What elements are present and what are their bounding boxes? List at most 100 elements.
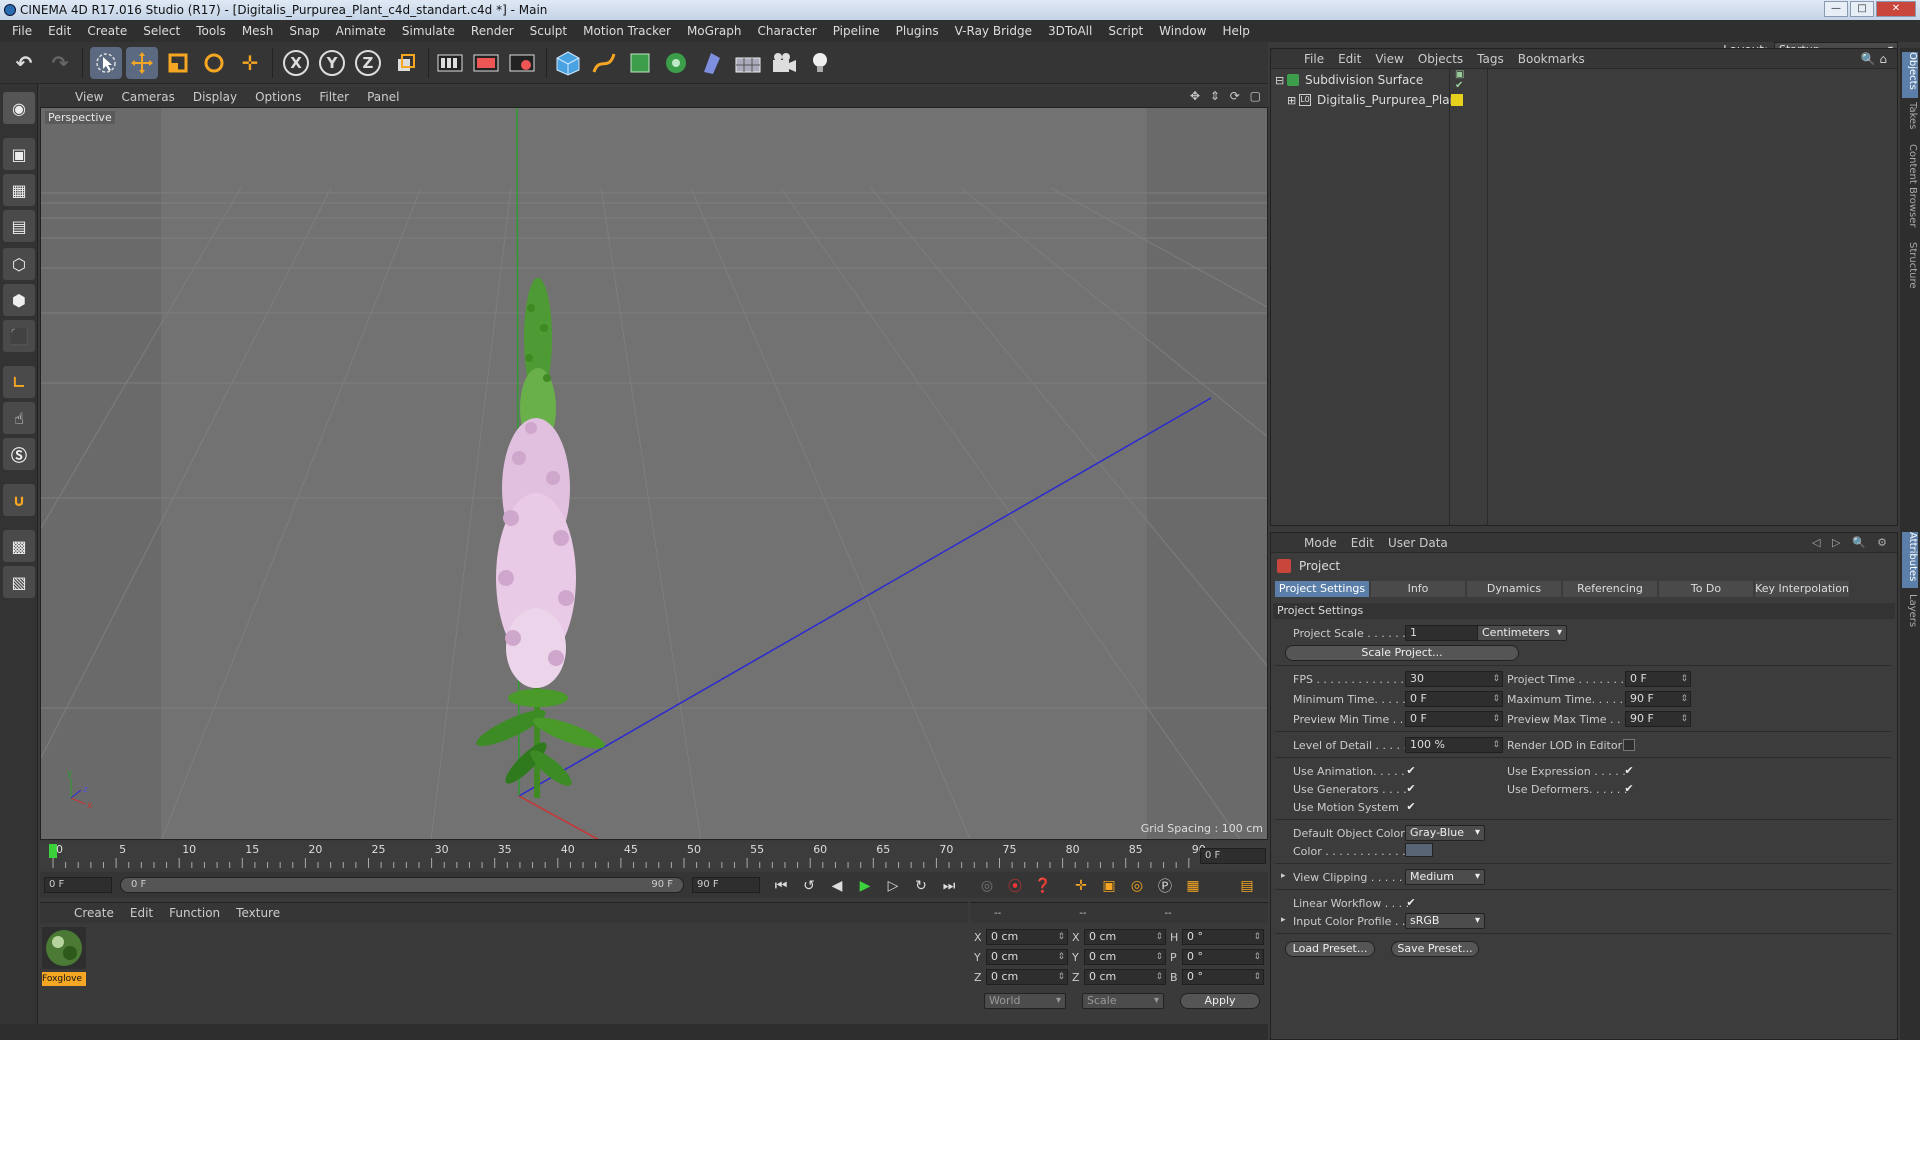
subdivision-generator-icon[interactable] — [624, 47, 656, 79]
lock-workplane-icon[interactable]: ▩ — [3, 530, 35, 562]
render-view-icon[interactable] — [434, 47, 466, 79]
material-menu-create[interactable]: Create — [66, 906, 122, 920]
attributes-nav-icons[interactable]: ◁ ▷ 🔍 ⚙ — [1812, 536, 1891, 549]
menu-character[interactable]: Character — [749, 20, 824, 42]
project-time-field[interactable]: 0 F — [1625, 671, 1691, 687]
input-color-profile-dropdown[interactable]: sRGB — [1405, 913, 1485, 929]
tab-dynamics[interactable]: Dynamics — [1467, 581, 1561, 597]
use-generators-checkbox[interactable]: ✔ — [1405, 783, 1417, 795]
attributes-menu-edit[interactable]: Edit — [1344, 536, 1381, 550]
menu-script[interactable]: Script — [1100, 20, 1151, 42]
tab-info[interactable]: Info — [1371, 581, 1465, 597]
object-row-digitalis-purpurea-plant[interactable]: ⊞ L0 Digitalis_Purpurea_Plant — [1287, 91, 1463, 109]
render-settings-icon[interactable] — [506, 47, 538, 79]
key-parameter-icon[interactable]: Ⓟ — [1154, 875, 1176, 897]
start-frame-field[interactable]: 0 F — [44, 877, 112, 893]
objects-menu-view[interactable]: View — [1368, 52, 1410, 66]
menu-simulate[interactable]: Simulate — [394, 20, 463, 42]
menu-select[interactable]: Select — [135, 20, 188, 42]
material-menu-edit[interactable]: Edit — [122, 906, 161, 920]
preview-max-time-field[interactable]: 90 F — [1625, 711, 1691, 727]
preview-range-slider[interactable]: 0 F 90 F — [120, 877, 684, 893]
menu-sculpt[interactable]: Sculpt — [522, 20, 575, 42]
apply-button[interactable]: Apply — [1180, 993, 1260, 1009]
menu-window[interactable]: Window — [1151, 20, 1214, 42]
key-position-icon[interactable]: ✛ — [1070, 875, 1092, 897]
viewport-navigation-icons[interactable]: ✥ ⇕ ⟳ ▢ — [1190, 89, 1264, 103]
viewport-menu-options[interactable]: Options — [246, 90, 310, 104]
level-of-detail-field[interactable]: 100 % — [1405, 737, 1503, 753]
side-tab-objects[interactable]: Objects — [1902, 52, 1918, 98]
maximum-time-field[interactable]: 90 F — [1625, 691, 1691, 707]
axis-mode-icon[interactable]: ∟ — [3, 366, 35, 398]
next-key-icon[interactable]: ↻ — [910, 875, 932, 897]
spline-pen-icon[interactable] — [588, 47, 620, 79]
magnet-icon[interactable]: ∪ — [3, 484, 35, 516]
coordinate-system-icon[interactable] — [390, 47, 422, 79]
object-manager-search-icon[interactable]: 🔍⌂ — [1860, 52, 1891, 66]
viewport-menu-panel[interactable]: Panel — [358, 90, 408, 104]
snap-icon[interactable]: Ⓢ — [3, 438, 35, 470]
objects-menu-file[interactable]: File — [1297, 52, 1331, 66]
scale-icon[interactable] — [162, 47, 194, 79]
project-units-dropdown[interactable]: Centimeters — [1477, 625, 1567, 641]
undo-icon[interactable]: ↶ — [8, 47, 40, 79]
size-z-field[interactable]: 0 cm — [1084, 969, 1166, 985]
rotation-h-field[interactable]: 0 ° — [1182, 929, 1264, 945]
side-tab-attributes[interactable]: Attributes — [1902, 532, 1918, 588]
menu-render[interactable]: Render — [463, 20, 522, 42]
transform-icon[interactable]: ✛ — [234, 47, 266, 79]
layer-color-swatch[interactable] — [1451, 94, 1463, 106]
texture-mode-icon[interactable]: ▦ — [3, 174, 35, 206]
material-menu-function[interactable]: Function — [161, 906, 228, 920]
record-keys-icon[interactable]: ◎ — [976, 875, 998, 897]
camera-icon[interactable] — [768, 47, 800, 79]
render-lod-checkbox[interactable] — [1623, 739, 1635, 751]
viewport-menu-display[interactable]: Display — [184, 90, 246, 104]
attributes-menu-mode[interactable]: Mode — [1297, 536, 1344, 550]
size-x-field[interactable]: 0 cm — [1084, 929, 1166, 945]
tab-project-settings[interactable]: Project Settings — [1275, 581, 1369, 597]
cube-primitive-icon[interactable] — [552, 47, 584, 79]
size-y-field[interactable]: 0 cm — [1084, 949, 1166, 965]
model-mode-icon[interactable]: ▣ — [3, 138, 35, 170]
objects-menu-objects[interactable]: Objects — [1411, 52, 1470, 66]
menu-mesh[interactable]: Mesh — [234, 20, 282, 42]
floor-environment-icon[interactable] — [732, 47, 764, 79]
x-axis-lock-icon[interactable]: X — [280, 47, 312, 79]
side-tab-layers[interactable]: Layers — [1902, 594, 1918, 634]
tree-expander-icon[interactable]: ⊟ — [1275, 74, 1287, 87]
save-preset-button[interactable]: Save Preset... — [1391, 941, 1479, 957]
timeline-ruler[interactable]: 0 5 10 15 20 25 30 35 40 45 50 55 60 65 70 75 80 85 90 0 F — [40, 842, 1268, 870]
scale-project-button[interactable]: Scale Project... — [1285, 645, 1519, 661]
objects-menu-bookmarks[interactable]: Bookmarks — [1511, 52, 1592, 66]
tab-key-interpolation[interactable]: Key Interpolation — [1755, 581, 1849, 597]
load-preset-button[interactable]: Load Preset... — [1285, 941, 1375, 957]
attributes-menu-user-data[interactable]: User Data — [1381, 536, 1455, 550]
default-object-color-dropdown[interactable]: Gray-Blue — [1405, 825, 1485, 841]
rotate-icon[interactable] — [198, 47, 230, 79]
current-frame-field[interactable]: 0 F — [1200, 848, 1266, 864]
y-axis-lock-icon[interactable]: Y — [316, 47, 348, 79]
use-deformers-checkbox[interactable]: ✔ — [1623, 783, 1635, 795]
redo-icon[interactable]: ↷ — [44, 47, 76, 79]
linear-workflow-checkbox[interactable]: ✔ — [1405, 897, 1417, 909]
tab-to-do[interactable]: To Do — [1659, 581, 1753, 597]
mograph-cloner-icon[interactable] — [660, 47, 692, 79]
rotation-p-field[interactable]: 0 ° — [1182, 949, 1264, 965]
timeline-window-icon[interactable]: ▤ — [1236, 875, 1258, 897]
view-clipping-dropdown[interactable]: Medium — [1405, 869, 1485, 885]
rotation-b-field[interactable]: 0 ° — [1182, 969, 1264, 985]
position-x-field[interactable]: 0 cm — [986, 929, 1068, 945]
menu-vray-bridge[interactable]: V-Ray Bridge — [947, 20, 1040, 42]
end-frame-field[interactable]: 90 F — [692, 877, 760, 893]
size-mode-dropdown[interactable]: Scale — [1082, 993, 1164, 1009]
enabled-check-icon[interactable]: ▣ ✔ — [1455, 69, 1464, 91]
menu-file[interactable]: File — [4, 20, 40, 42]
key-scale-icon[interactable]: ▣ — [1098, 875, 1120, 897]
autokey-icon[interactable]: ⦿ — [1004, 875, 1026, 897]
fps-field[interactable]: 30 — [1405, 671, 1503, 687]
viewport-menu-filter[interactable]: Filter — [310, 90, 358, 104]
maximize-button[interactable]: □ — [1850, 1, 1874, 17]
perspective-viewport[interactable]: y x z Perspective Grid Spacing : 100 cm — [40, 107, 1268, 840]
